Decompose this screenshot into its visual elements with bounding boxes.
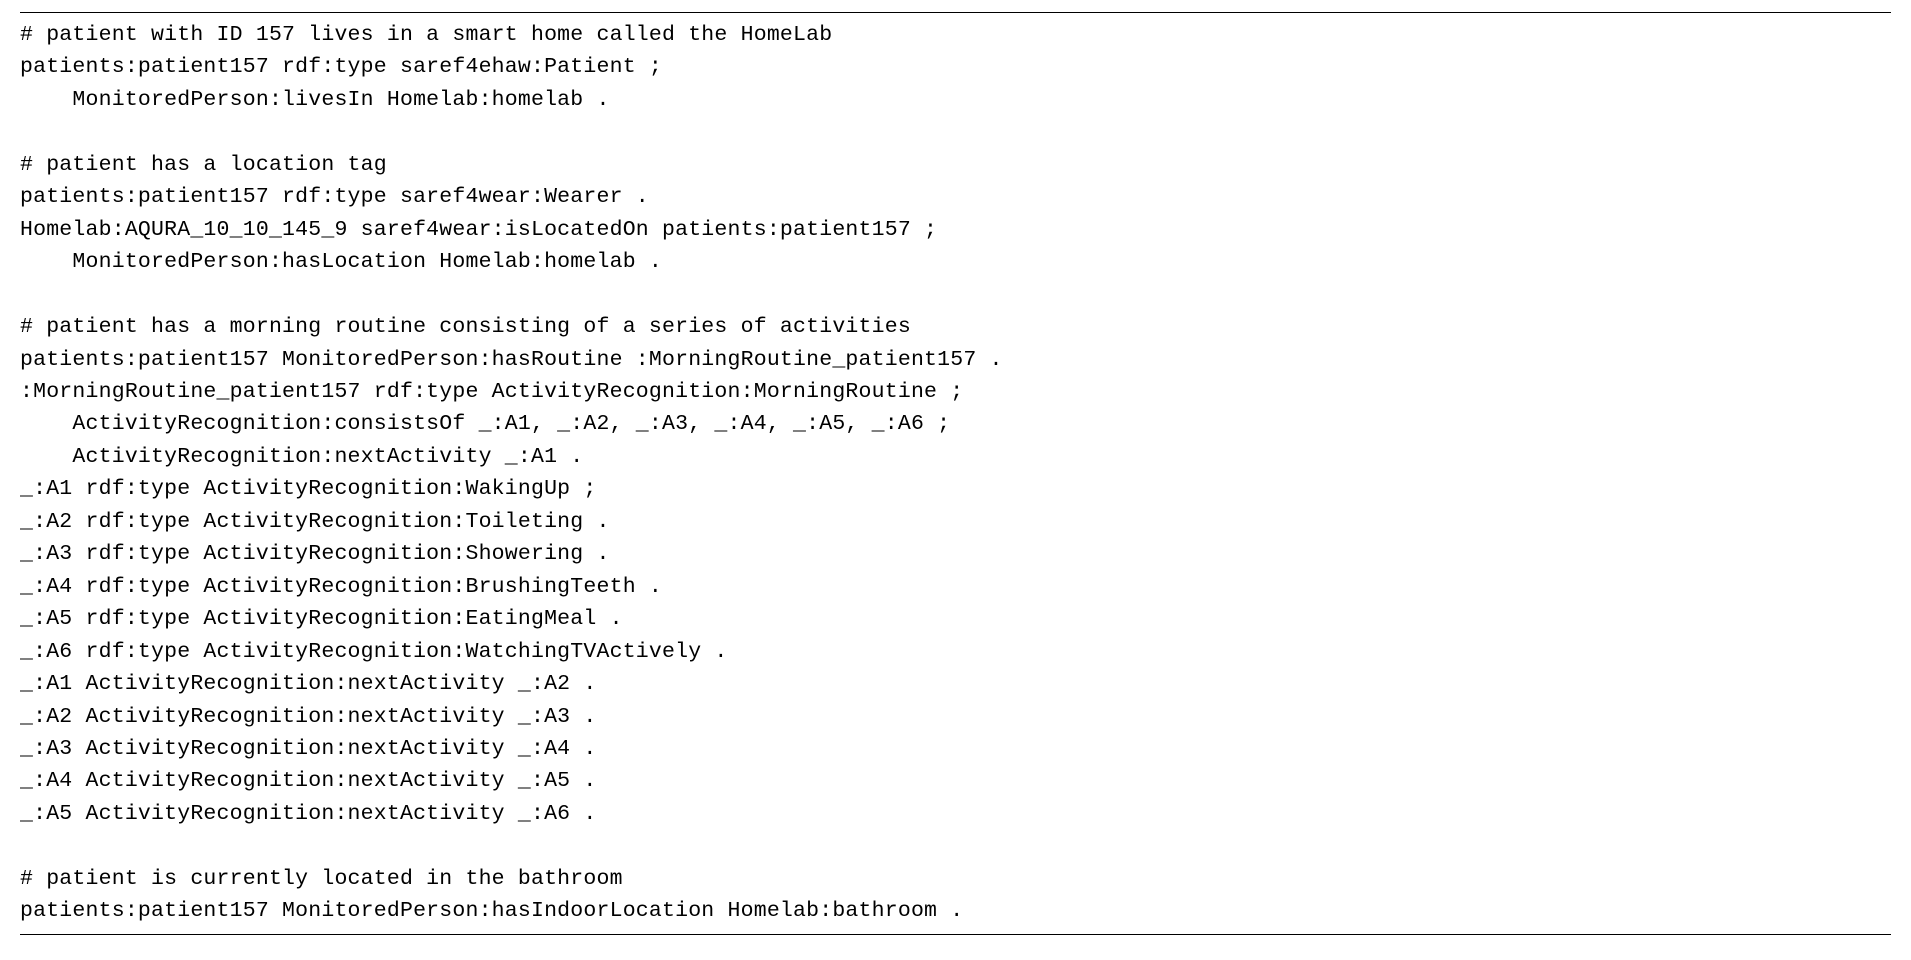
code-line bbox=[20, 279, 1891, 311]
code-line: _:A3 ActivityRecognition:nextActivity _:… bbox=[20, 733, 1891, 765]
code-line: patients:patient157 MonitoredPerson:hasI… bbox=[20, 895, 1891, 927]
code-line: MonitoredPerson:hasLocation Homelab:home… bbox=[20, 246, 1891, 278]
code-line: # patient with ID 157 lives in a smart h… bbox=[20, 19, 1891, 51]
code-line: ActivityRecognition:nextActivity _:A1 . bbox=[20, 441, 1891, 473]
code-line: Homelab:AQURA_10_10_145_9 saref4wear:isL… bbox=[20, 214, 1891, 246]
code-line: patients:patient157 MonitoredPerson:hasR… bbox=[20, 344, 1891, 376]
code-line bbox=[20, 830, 1891, 862]
code-line: :MorningRoutine_patient157 rdf:type Acti… bbox=[20, 376, 1891, 408]
code-line: patients:patient157 rdf:type saref4ehaw:… bbox=[20, 51, 1891, 83]
code-line: _:A6 rdf:type ActivityRecognition:Watchi… bbox=[20, 636, 1891, 668]
code-line: _:A2 rdf:type ActivityRecognition:Toilet… bbox=[20, 506, 1891, 538]
code-line: _:A1 ActivityRecognition:nextActivity _:… bbox=[20, 668, 1891, 700]
code-line: patients:patient157 rdf:type saref4wear:… bbox=[20, 181, 1891, 213]
code-line: # patient is currently located in the ba… bbox=[20, 863, 1891, 895]
code-line bbox=[20, 116, 1891, 148]
code-line: MonitoredPerson:livesIn Homelab:homelab … bbox=[20, 84, 1891, 116]
code-line: _:A4 ActivityRecognition:nextActivity _:… bbox=[20, 765, 1891, 797]
code-line: _:A5 ActivityRecognition:nextActivity _:… bbox=[20, 798, 1891, 830]
code-line: _:A2 ActivityRecognition:nextActivity _:… bbox=[20, 701, 1891, 733]
code-line: _:A1 rdf:type ActivityRecognition:Waking… bbox=[20, 473, 1891, 505]
code-line: ActivityRecognition:consistsOf _:A1, _:A… bbox=[20, 408, 1891, 440]
code-line: _:A4 rdf:type ActivityRecognition:Brushi… bbox=[20, 571, 1891, 603]
code-line: # patient has a location tag bbox=[20, 149, 1891, 181]
code-listing: # patient with ID 157 lives in a smart h… bbox=[20, 12, 1891, 935]
code-line: _:A3 rdf:type ActivityRecognition:Shower… bbox=[20, 538, 1891, 570]
code-line: # patient has a morning routine consisti… bbox=[20, 311, 1891, 343]
code-line: _:A5 rdf:type ActivityRecognition:Eating… bbox=[20, 603, 1891, 635]
